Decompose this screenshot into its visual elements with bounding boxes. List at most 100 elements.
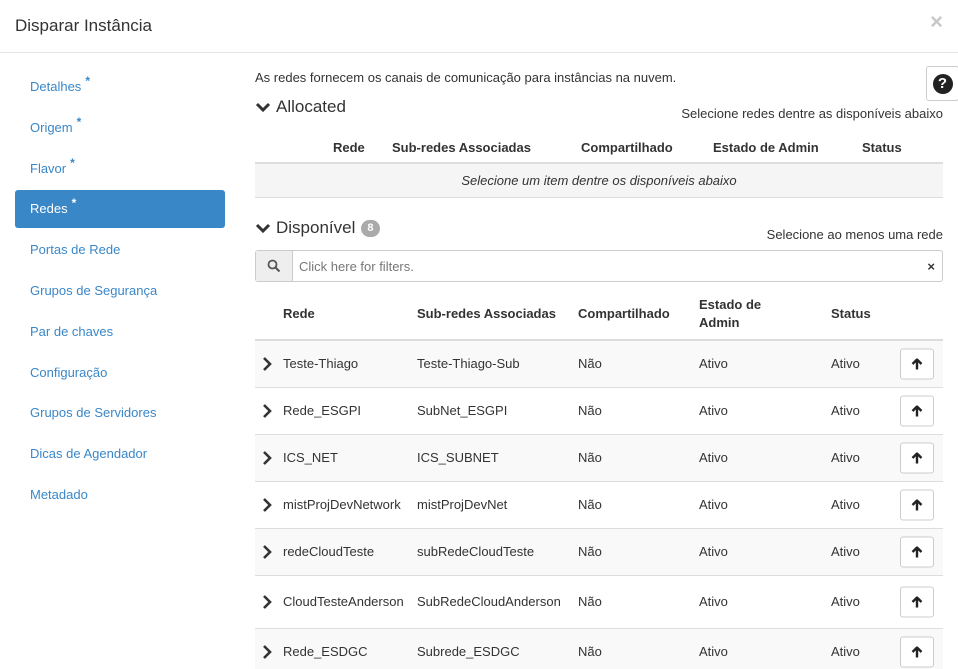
cell-status: Ativo [831,497,860,512]
table-row: mistProjDevNetwork mistProjDevNet Não Ativo… [255,482,943,529]
allocate-button[interactable] [900,489,934,521]
required-asterisk: * [76,114,82,129]
cell-subredes: SubNet_ESGPI [417,403,508,418]
allocated-table-header: Rede Sub-redes Associadas Compartilhado … [255,132,943,164]
sidebar-item-detalhes[interactable]: Detalhes * [15,68,225,106]
clear-filter-icon[interactable]: × [927,259,935,274]
chevron-right-icon[interactable] [261,498,273,512]
close-icon[interactable]: × [930,11,943,33]
arrow-up-icon [911,596,923,607]
help-button[interactable]: ? [926,66,958,101]
chevron-right-icon[interactable] [261,451,273,465]
allocate-button[interactable] [900,536,934,568]
sidebar-item-label: Metadado [30,486,88,502]
sidebar-item-flavor[interactable]: Flavor * [15,150,225,188]
allocated-hint: Selecione redes dentre as disponíveis ab… [681,106,943,121]
sidebar-item-label: Grupos de Servidores [30,405,157,421]
col-estado-admin[interactable]: Estado de Admin [699,296,761,332]
table-row: Rede_ESDGC Subrede_ESDGC Não Ativo Ativo [255,629,943,669]
arrow-up-icon [911,646,923,657]
cell-compartilhado: Não [578,644,602,659]
sidebar-item-label: Redes [30,201,68,217]
sidebar-item-grupos-de-servidores[interactable]: Grupos de Servidores [15,394,225,432]
cell-rede: ICS_NET [283,450,338,465]
sidebar-item-par-de-chaves[interactable]: Par de chaves [15,313,225,351]
required-asterisk: * [70,155,75,170]
cell-estado-admin: Ativo [699,644,728,659]
allocate-button[interactable] [900,586,934,618]
cell-compartilhado: Não [578,497,602,512]
table-row: redeCloudTeste subRedeCloudTeste Não Ativo A… [255,529,943,576]
sidebar-item-label: Dicas de Agendador [30,446,148,462]
allocate-button[interactable] [900,348,934,380]
cell-subredes: subRedeCloudTeste [417,544,535,559]
cell-rede: Teste-Thiago [283,356,359,371]
allocate-button[interactable] [900,636,934,668]
available-count-badge: 8 [361,219,380,237]
question-icon: ? [932,73,953,94]
modal-title: Disparar Instância [15,16,153,35]
cell-status: Ativo [831,544,860,559]
cell-rede: CloudTesteAnderson [283,594,404,609]
allocate-button[interactable] [900,395,934,427]
col-status[interactable]: Status [831,306,871,321]
required-asterisk: * [71,196,77,211]
filter-input[interactable] [294,251,914,281]
cell-estado-admin: Ativo [699,497,728,512]
cell-estado-admin: Ativo [699,450,728,465]
allocate-button[interactable] [900,442,934,474]
cell-rede: mistProjDevNetwork [283,497,401,512]
available-table-header: Rede Sub-redes Associadas Compartilhado … [255,290,943,341]
cell-status: Ativo [831,356,860,371]
arrow-up-icon [911,499,923,510]
cell-compartilhado: Não [578,544,602,559]
cell-rede: Rede_ESGPI [283,403,362,418]
search-icon [256,251,293,281]
col-compartilhado[interactable]: Compartilhado [578,306,670,321]
table-row: Rede_ESGPI SubNet_ESGPI Não Ativo Ativo [255,388,943,435]
cell-estado-admin: Ativo [699,594,728,609]
sidebar-item-dicas-de-agendador[interactable]: Dicas de Agendador [15,435,225,473]
available-toggle[interactable]: Disponível 8 [255,218,380,238]
cell-compartilhado: Não [578,594,602,609]
col-subredes[interactable]: Sub-redes Associadas [417,306,556,321]
arrow-up-icon [911,452,923,463]
sidebar-item-label: Flavor [30,160,67,176]
cell-subredes: mistProjDevNet [417,497,508,512]
cell-compartilhado: Não [578,356,602,371]
sidebar-item-configuracao[interactable]: Configuração [15,354,225,392]
chevron-right-icon[interactable] [261,404,273,418]
allocated-empty-message: Selecione um item dentre os disponíveis … [255,164,943,198]
sidebar-item-label: Grupos de Segurança [30,282,158,298]
chevron-right-icon[interactable] [261,545,273,559]
sidebar-item-metadado[interactable]: Metadado [15,476,225,514]
wizard-sidebar: Detalhes * Origem * Flavor * Redes * Portas de R… [15,68,225,517]
sidebar-item-redes[interactable]: Redes * [15,190,225,229]
sidebar-item-label: Par de chaves [30,323,114,339]
chevron-right-icon[interactable] [261,595,273,609]
cell-compartilhado: Não [578,403,602,418]
sidebar-item-grupos-de-seguranca[interactable]: Grupos de Segurança [15,272,225,310]
col-status[interactable]: Status [862,140,902,155]
sidebar-item-portas-de-rede[interactable]: Portas de Rede [15,231,225,269]
cell-status: Ativo [831,644,860,659]
cell-subredes: SubRedeCloudAnderson [417,594,561,609]
sidebar-item-origem[interactable]: Origem * [15,109,225,147]
chevron-right-icon[interactable] [261,357,273,371]
help-text: As redes fornecem os canais de comunicaç… [255,70,677,85]
allocated-title: Allocated [276,97,346,116]
table-row: Teste-Thiago Teste-Thiago-Sub Não Ativo Ativ… [255,341,943,388]
cell-estado-admin: Ativo [699,356,728,371]
col-rede[interactable]: Rede [283,306,315,321]
col-compartilhado[interactable]: Compartilhado [581,140,673,155]
chevron-right-icon[interactable] [261,645,273,659]
sidebar-item-label: Origem [30,119,73,135]
col-estado-admin[interactable]: Estado de Admin [713,140,819,155]
col-rede[interactable]: Rede [333,140,365,155]
cell-status: Ativo [831,450,860,465]
cell-rede: Rede_ESDGC [283,644,368,659]
col-subredes[interactable]: Sub-redes Associadas [392,140,531,155]
allocated-toggle[interactable]: Allocated [255,97,346,117]
cell-rede: redeCloudTeste [283,544,375,559]
available-table-body: Teste-Thiago Teste-Thiago-Sub Não Ativo Ativ… [255,341,943,669]
